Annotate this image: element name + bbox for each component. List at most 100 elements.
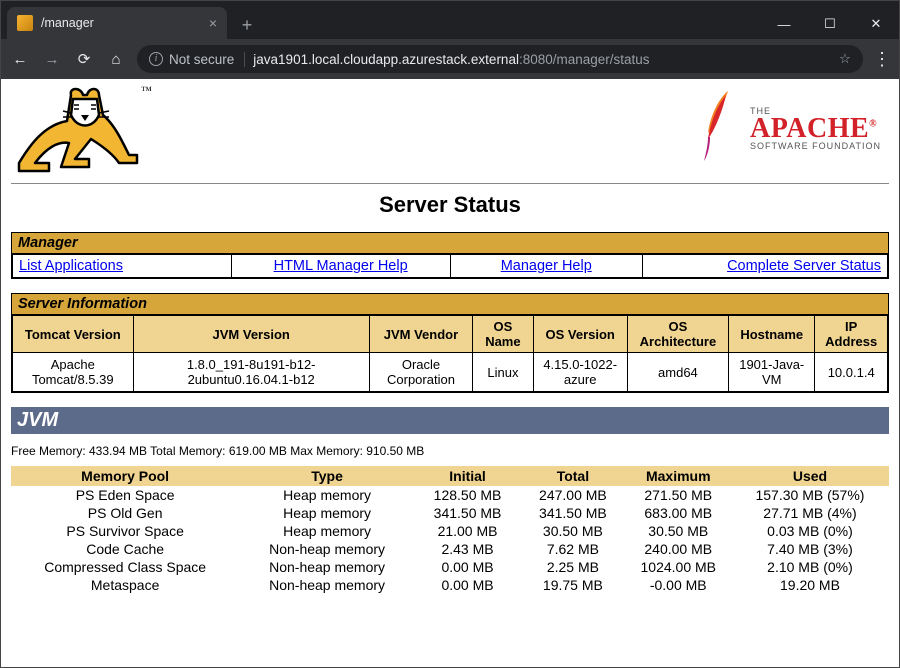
nav-back-button[interactable]: ← xyxy=(9,51,31,68)
info-icon: i xyxy=(149,52,163,66)
pool-cell-used: 157.30 MB (57%) xyxy=(731,486,889,504)
feather-icon xyxy=(698,89,742,168)
url-path: :8080/manager/status xyxy=(519,52,650,67)
link-list-applications[interactable]: List Applications xyxy=(19,258,123,274)
pool-row: PS Eden SpaceHeap memory128.50 MB247.00 … xyxy=(11,486,889,504)
favicon-icon xyxy=(17,15,33,31)
pool-row: Compressed Class SpaceNon-heap memory0.0… xyxy=(11,558,889,576)
apache-foundation: SOFTWARE FOUNDATION xyxy=(750,141,881,151)
bookmark-star-icon[interactable]: ☆ xyxy=(839,51,851,67)
manager-heading: Manager xyxy=(12,233,888,254)
val-hostname: 1901-Java-VM xyxy=(729,353,815,392)
nav-home-button[interactable]: ⌂ xyxy=(105,51,127,68)
col-hostname: Hostname xyxy=(729,316,815,353)
pool-cell-total: 247.00 MB xyxy=(520,486,625,504)
divider xyxy=(11,183,889,184)
val-os-arch: amd64 xyxy=(627,353,728,392)
pool-cell-initial: 2.43 MB xyxy=(415,540,520,558)
tab-close-icon[interactable]: × xyxy=(209,15,217,31)
pool-col-initial: Initial xyxy=(415,466,520,486)
memory-pool-table: Memory Pool Type Initial Total Maximum U… xyxy=(11,466,889,594)
link-complete-server-status[interactable]: Complete Server Status xyxy=(727,258,881,274)
pool-col-name: Memory Pool xyxy=(11,466,239,486)
pool-cell-total: 19.75 MB xyxy=(520,576,625,594)
pool-cell-name: PS Eden Space xyxy=(11,486,239,504)
window-minimize-button[interactable]: ― xyxy=(761,9,807,39)
col-tomcat-version: Tomcat Version xyxy=(13,316,134,353)
manager-section: Manager List Applications HTML Manager H… xyxy=(11,232,889,279)
pool-cell-initial: 0.00 MB xyxy=(415,576,520,594)
not-secure-label: Not secure xyxy=(169,52,234,67)
pool-cell-name: PS Survivor Space xyxy=(11,522,239,540)
url-host: java1901.local.cloudapp.azurestack.exter… xyxy=(253,52,519,67)
pool-cell-max: -0.00 MB xyxy=(626,576,731,594)
browser-chrome: /manager × + ― ☐ ✕ ← → ⟳ ⌂ i Not secure … xyxy=(1,1,899,79)
pool-cell-max: 30.50 MB xyxy=(626,522,731,540)
pool-row: MetaspaceNon-heap memory0.00 MB19.75 MB-… xyxy=(11,576,889,594)
pool-cell-type: Heap memory xyxy=(239,486,415,504)
new-tab-button[interactable]: + xyxy=(233,11,261,39)
apache-logo: THE APACHE® SOFTWARE FOUNDATION xyxy=(698,85,889,168)
jvm-heading: JVM xyxy=(11,407,889,434)
apache-name: APACHE® xyxy=(750,116,881,141)
pool-cell-used: 19.20 MB xyxy=(731,576,889,594)
col-jvm-version: JVM Version xyxy=(133,316,369,353)
pool-col-total: Total xyxy=(520,466,625,486)
val-os-version: 4.15.0-1022-azure xyxy=(533,353,627,392)
pool-cell-initial: 0.00 MB xyxy=(415,558,520,576)
page-header: ™ THE APACHE® SOFTWARE FOUNDATION xyxy=(11,85,889,177)
col-os-name: OS Name xyxy=(473,316,534,353)
link-manager-help[interactable]: Manager Help xyxy=(501,258,592,274)
col-jvm-vendor: JVM Vendor xyxy=(369,316,472,353)
pool-cell-type: Heap memory xyxy=(239,522,415,540)
window-controls: ― ☐ ✕ xyxy=(761,9,899,39)
security-indicator[interactable]: i Not secure xyxy=(149,52,245,67)
page-title: Server Status xyxy=(11,192,889,218)
nav-reload-button[interactable]: ⟳ xyxy=(73,50,95,68)
pool-col-max: Maximum xyxy=(626,466,731,486)
pool-cell-used: 7.40 MB (3%) xyxy=(731,540,889,558)
page-body: ™ THE APACHE® SOFTWARE FOUNDATION xyxy=(1,79,899,614)
window-close-button[interactable]: ✕ xyxy=(853,9,899,39)
address-bar[interactable]: i Not secure java1901.local.cloudapp.azu… xyxy=(137,45,863,73)
tomcat-icon xyxy=(11,85,141,177)
server-info-data-row: Apache Tomcat/8.5.39 1.8.0_191-8u191-b12… xyxy=(13,353,888,392)
pool-cell-type: Heap memory xyxy=(239,504,415,522)
pool-cell-type: Non-heap memory xyxy=(239,540,415,558)
pool-cell-initial: 128.50 MB xyxy=(415,486,520,504)
pool-cell-used: 27.71 MB (4%) xyxy=(731,504,889,522)
pool-cell-total: 30.50 MB xyxy=(520,522,625,540)
col-ip: IP Address xyxy=(815,316,888,353)
pool-cell-max: 1024.00 MB xyxy=(626,558,731,576)
pool-cell-name: PS Old Gen xyxy=(11,504,239,522)
pool-row: PS Old GenHeap memory341.50 MB341.50 MB6… xyxy=(11,504,889,522)
link-html-manager-help[interactable]: HTML Manager Help xyxy=(274,258,408,274)
col-os-arch: OS Architecture xyxy=(627,316,728,353)
server-info-heading: Server Information xyxy=(12,294,888,315)
pool-cell-used: 2.10 MB (0%) xyxy=(731,558,889,576)
pool-cell-name: Code Cache xyxy=(11,540,239,558)
pool-cell-name: Compressed Class Space xyxy=(11,558,239,576)
tomcat-logo: ™ xyxy=(11,85,152,177)
pool-cell-type: Non-heap memory xyxy=(239,558,415,576)
browser-menu-button[interactable]: ⋮ xyxy=(873,49,891,70)
nav-forward-button[interactable]: → xyxy=(41,51,63,68)
pool-cell-max: 240.00 MB xyxy=(626,540,731,558)
pool-cell-used: 0.03 MB (0%) xyxy=(731,522,889,540)
pool-cell-initial: 21.00 MB xyxy=(415,522,520,540)
manager-links-row: List Applications HTML Manager Help Mana… xyxy=(13,255,888,278)
browser-toolbar: ← → ⟳ ⌂ i Not secure java1901.local.clou… xyxy=(1,39,899,79)
tab-title: /manager xyxy=(41,16,94,30)
col-os-version: OS Version xyxy=(533,316,627,353)
pool-cell-name: Metaspace xyxy=(11,576,239,594)
server-info-table: Tomcat Version JVM Version JVM Vendor OS… xyxy=(12,315,888,392)
pool-cell-total: 2.25 MB xyxy=(520,558,625,576)
jvm-memory-summary: Free Memory: 433.94 MB Total Memory: 619… xyxy=(11,444,889,458)
pool-cell-type: Non-heap memory xyxy=(239,576,415,594)
browser-tab[interactable]: /manager × xyxy=(7,7,227,39)
page-viewport[interactable]: ™ THE APACHE® SOFTWARE FOUNDATION xyxy=(1,79,899,667)
pool-header-row: Memory Pool Type Initial Total Maximum U… xyxy=(11,466,889,486)
trademark-symbol: ™ xyxy=(141,85,152,97)
window-maximize-button[interactable]: ☐ xyxy=(807,9,853,39)
pool-cell-total: 341.50 MB xyxy=(520,504,625,522)
